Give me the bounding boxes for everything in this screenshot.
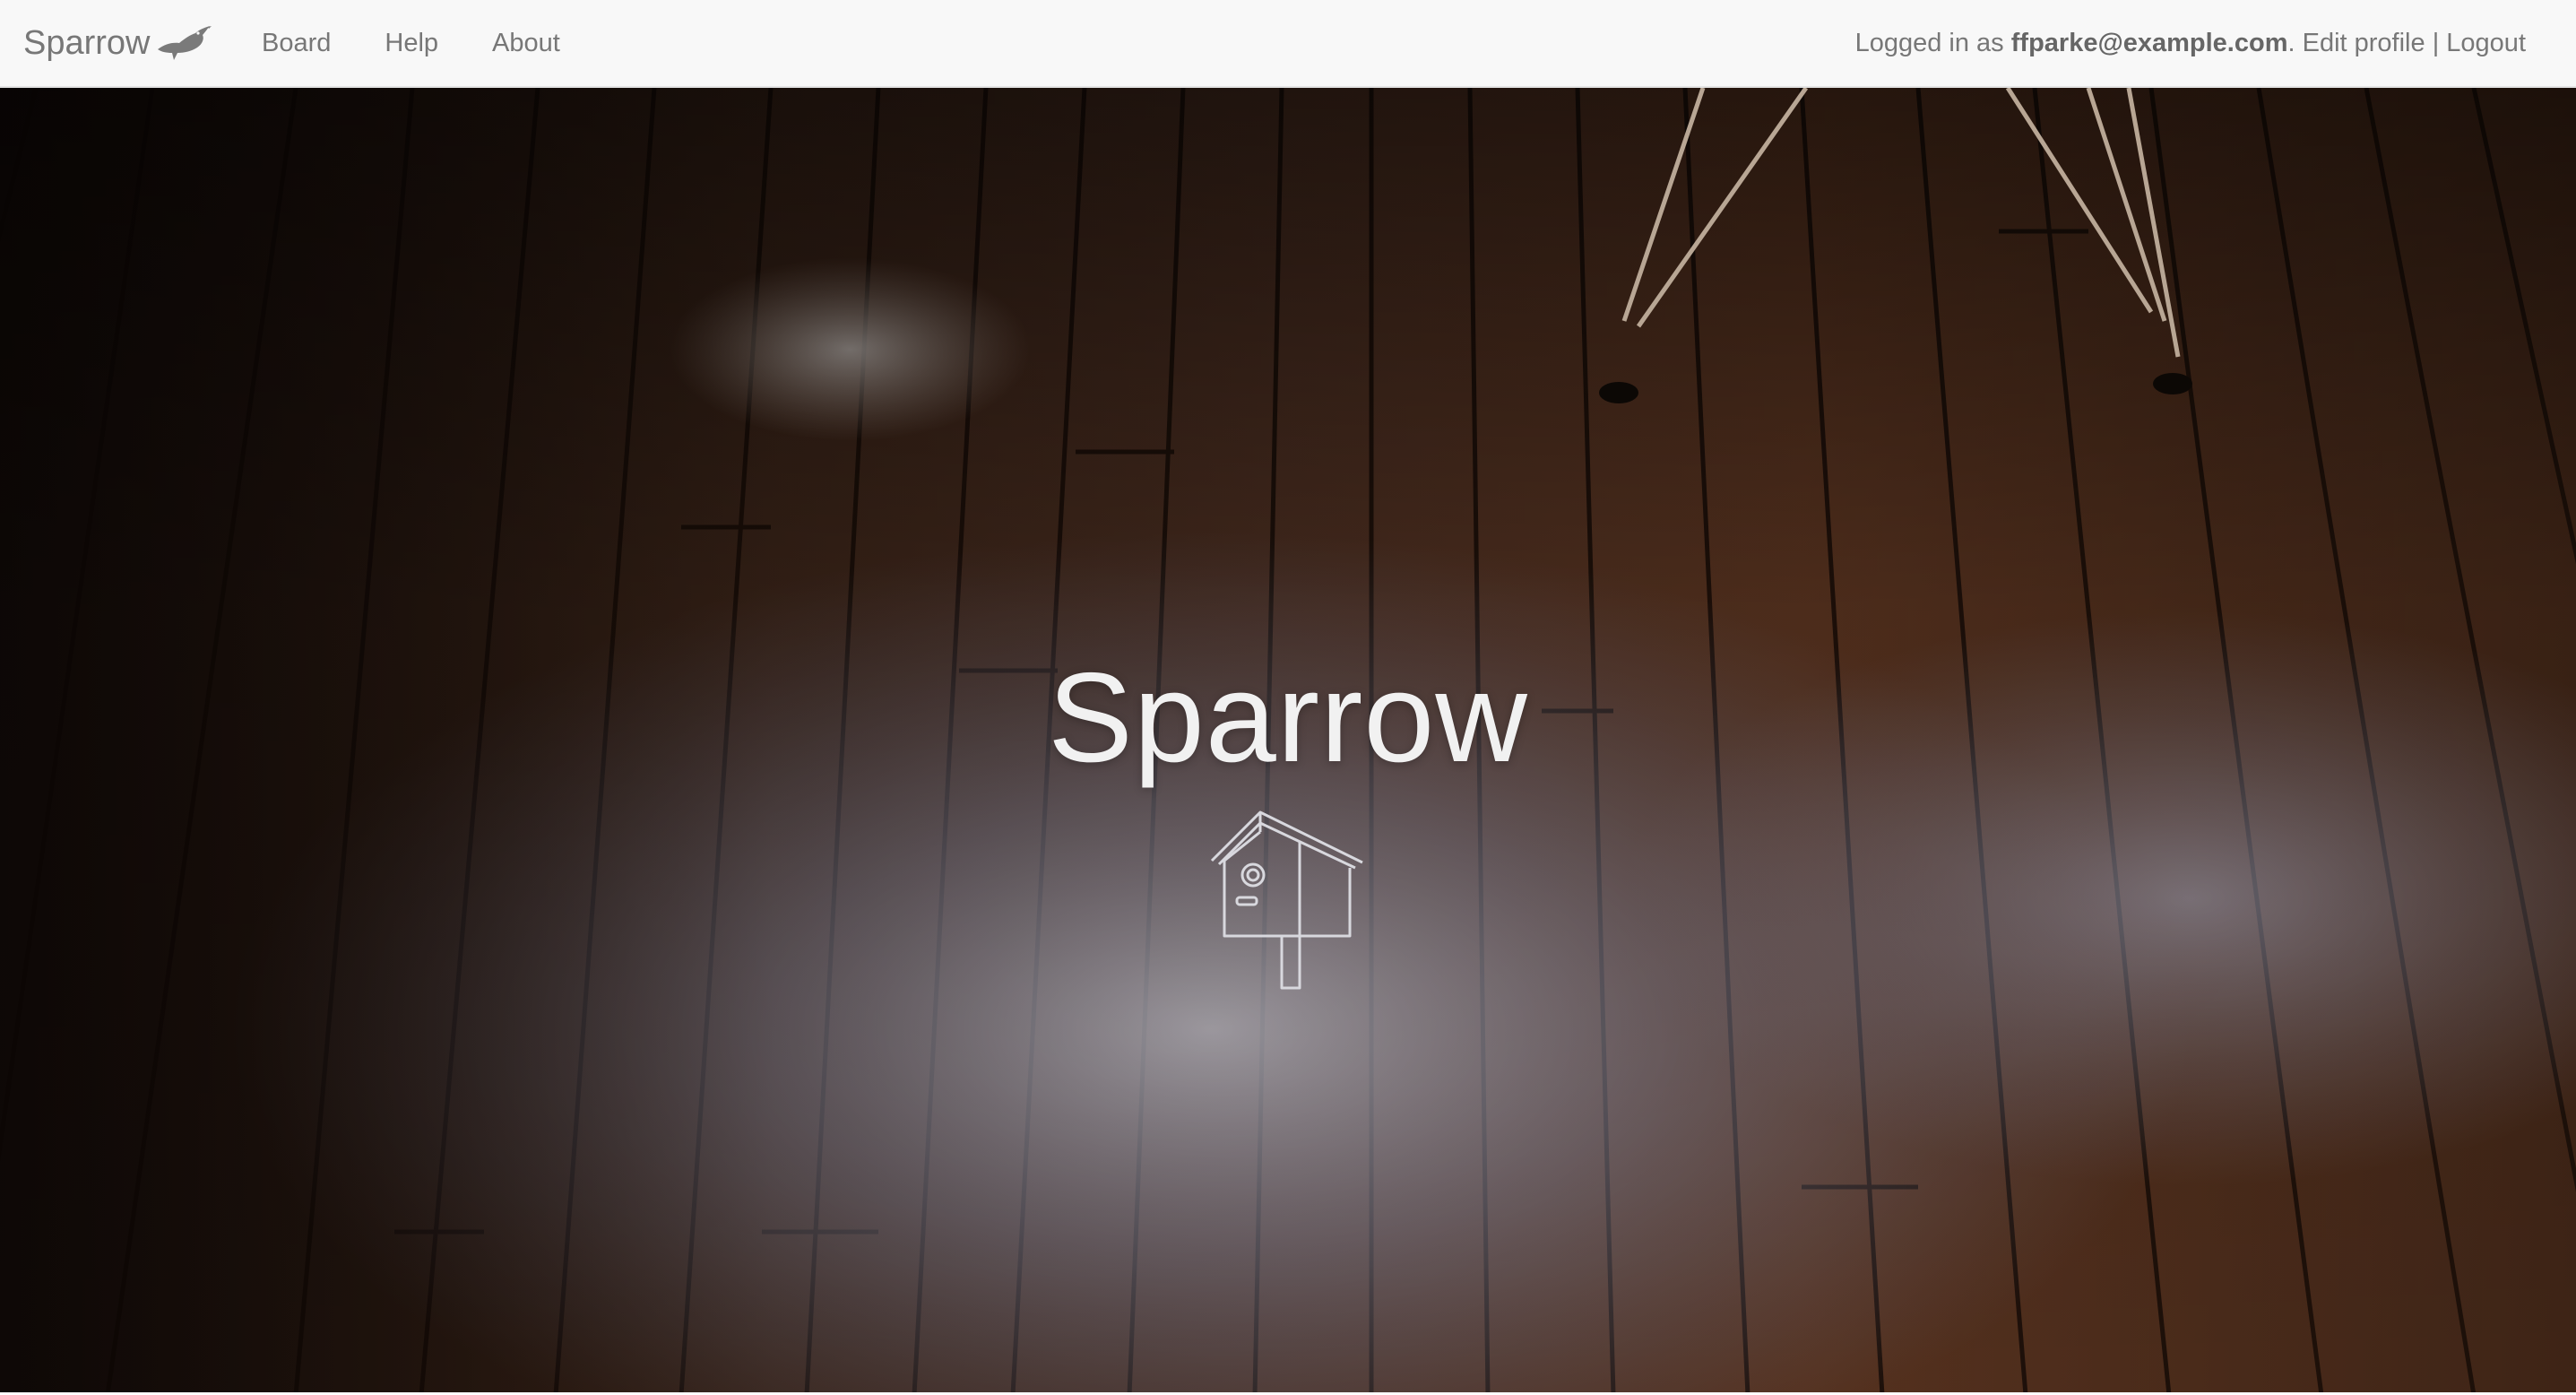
nav-help-link[interactable]: Help	[385, 29, 438, 58]
link-separator: |	[2432, 28, 2440, 57]
hero-banner: Sparrow	[0, 88, 2576, 1395]
sparrow-logo-icon	[157, 26, 212, 60]
main-nav: Board Help About	[262, 0, 614, 86]
logout-link[interactable]: Logout	[2446, 29, 2526, 58]
brand-name: Sparrow	[23, 23, 151, 62]
nav-board-link[interactable]: Board	[262, 29, 331, 58]
brand-link[interactable]: Sparrow	[23, 0, 212, 86]
edit-profile-link[interactable]: Edit profile	[2303, 29, 2425, 58]
navbar: Sparrow Board Help About Logged in as ff…	[0, 0, 2576, 88]
user-email: ffparke@example.com	[2010, 28, 2288, 57]
birdhouse-icon	[1210, 810, 1363, 990]
hero-title: Sparrow	[1048, 646, 1528, 789]
nav-about-link[interactable]: About	[492, 29, 560, 58]
logged-in-prefix: Logged in as	[1854, 28, 2004, 57]
user-suffix: .	[2287, 28, 2295, 57]
user-status: Logged in as ffparke@example.com. Edit p…	[1855, 0, 2526, 86]
